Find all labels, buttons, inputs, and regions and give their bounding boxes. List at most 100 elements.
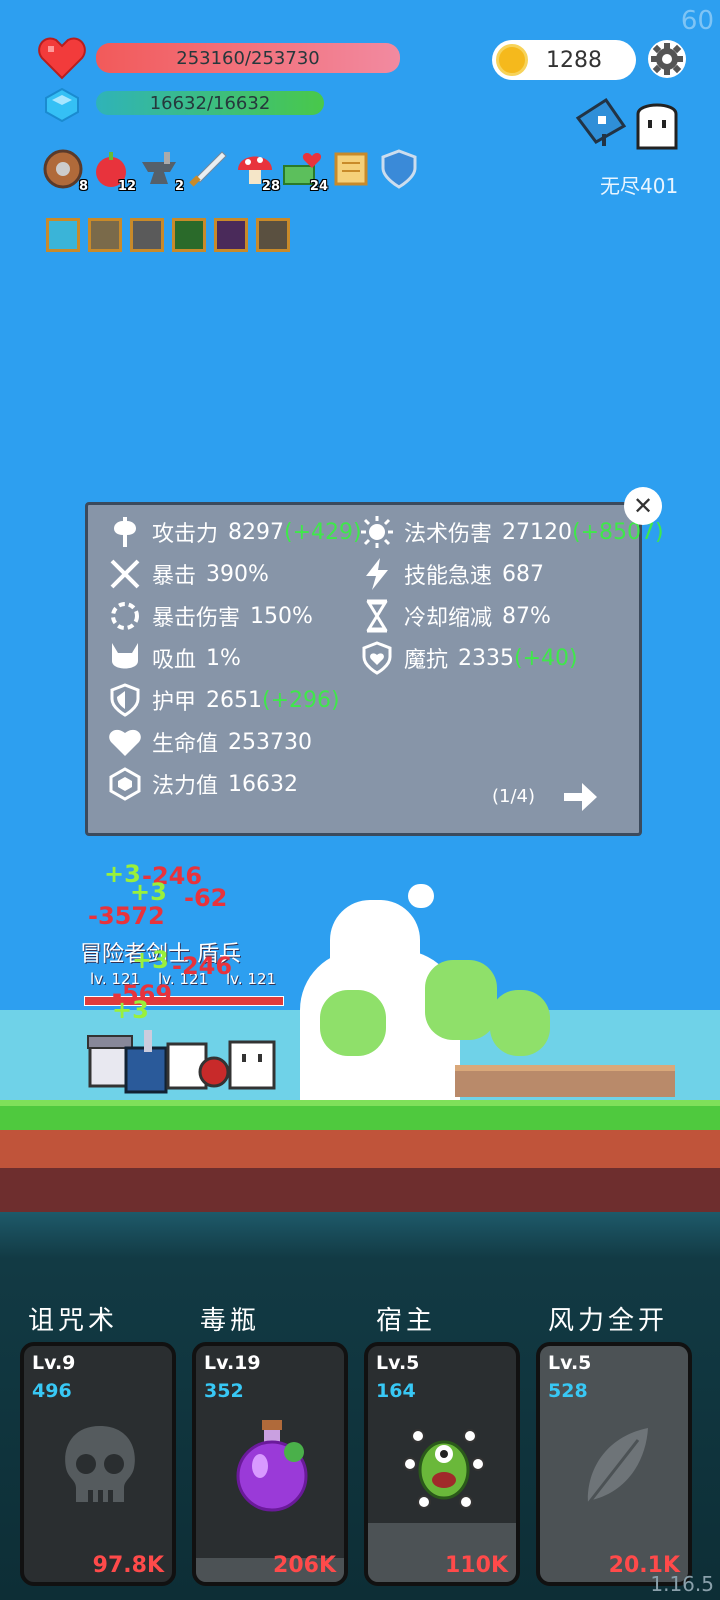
anvil-icon: [142, 152, 176, 184]
skill-card-full-wind[interactable]: Lv.5 528 20.1K: [536, 1342, 692, 1586]
damage-number: +3: [132, 946, 169, 974]
stat-value: 1%: [206, 645, 241, 671]
skill-card-host[interactable]: Lv.5 164 110K: [364, 1342, 520, 1586]
poison-bottle-icon: [236, 1420, 308, 1512]
stat-bonus: (+296): [262, 687, 340, 713]
mp-bar: 16632/16632: [96, 91, 324, 115]
skill-name: 宿主: [376, 1306, 437, 1336]
stat-value: 2335: [458, 645, 515, 671]
skill-level: Lv.9: [32, 1352, 76, 1374]
feather-icon: [586, 1428, 648, 1505]
stat-label: 魔抗: [404, 648, 449, 673]
wooden-shield-item[interactable]: 8: [42, 148, 88, 194]
skill-value: 528: [548, 1380, 588, 1402]
stat-crit: 暴击 390%: [108, 557, 269, 591]
ground-soil: [0, 1168, 720, 1212]
ground-dirt: [0, 1130, 720, 1168]
money-heart-item[interactable]: 24: [282, 148, 328, 194]
stat-magic-resist: 魔抗 2335 (+40): [360, 641, 578, 675]
coin-value: 1288: [546, 47, 602, 73]
skill-value: 352: [204, 1380, 244, 1402]
skill-name: 毒瓶: [200, 1306, 261, 1336]
stat-value: 687: [502, 561, 545, 587]
tree: [320, 990, 386, 1056]
stat-value: 27120: [502, 519, 573, 545]
armor-buff-icon[interactable]: [130, 218, 164, 252]
coin-counter[interactable]: 1288: [492, 40, 636, 80]
apple-item[interactable]: 12: [90, 148, 136, 194]
flag-icon[interactable]: [572, 96, 628, 148]
magic-resist-icon: [362, 641, 392, 675]
stat-value: 8297: [228, 519, 285, 545]
gear-icon[interactable]: [646, 38, 688, 80]
mushroom-item[interactable]: 28: [234, 148, 280, 194]
lightning-icon: [366, 558, 388, 590]
stat-label: 暴击伤害: [152, 606, 241, 631]
stat-value: 87%: [502, 603, 551, 629]
scroll-item[interactable]: [330, 148, 372, 192]
skill-card-curse[interactable]: Lv.9 496 97.8K: [20, 1342, 176, 1586]
shield-item[interactable]: [378, 148, 420, 192]
stat-label: 冷却缩减: [404, 606, 493, 631]
shield-icon: [381, 149, 417, 189]
mana-gem-icon: [109, 767, 141, 801]
page-indicator: (1/4): [492, 786, 536, 807]
armor-buff-icon[interactable]: [88, 218, 122, 252]
skill-value: 496: [32, 1380, 72, 1402]
endless-mode-label: 无尽401: [600, 174, 679, 198]
skill-cost: 97.8K: [92, 1553, 164, 1578]
fps-counter: 60: [680, 6, 714, 36]
damage-number: -3572: [88, 902, 165, 930]
coin-icon: [496, 44, 528, 76]
scroll-icon: [334, 152, 368, 186]
armor-buff-icon[interactable]: [256, 218, 290, 252]
inventory-bar: 8 12 2 28 24: [42, 148, 420, 194]
stat-armor: 护甲 2651 (+296): [108, 683, 340, 717]
light-buff-icon[interactable]: [46, 218, 80, 252]
stat-label: 吸血: [152, 648, 197, 673]
stat-spell-damage: 法术伤害 27120 (+8507): [360, 515, 664, 549]
skull-icon: [65, 1426, 135, 1502]
sword-item[interactable]: [186, 148, 228, 192]
item-count: 12: [117, 179, 136, 194]
stat-value: 150%: [250, 603, 313, 629]
hero-level: lv. 121: [226, 970, 277, 988]
ghost-icon[interactable]: [632, 98, 682, 150]
close-button[interactable]: ✕: [624, 487, 662, 525]
stat-label: 法术伤害: [404, 522, 493, 547]
item-count: 28: [261, 179, 280, 194]
curse-buff-icon[interactable]: [214, 218, 248, 252]
tree: [425, 960, 497, 1040]
stat-value: 2651: [206, 687, 263, 713]
item-count: 8: [78, 179, 88, 194]
stat-label: 法力值: [152, 774, 219, 799]
sword-icon: [189, 151, 227, 187]
stat-label: 攻击力: [152, 522, 219, 547]
stat-cooldown-reduction: 冷却缩减 87%: [360, 599, 551, 633]
cloud: [408, 884, 434, 908]
hp-bar: 253160/253730: [96, 43, 400, 73]
hero-party-sprites[interactable]: [86, 1028, 286, 1098]
stat-mana: 法力值 16632: [108, 767, 298, 801]
heart-icon: [38, 37, 86, 80]
wooden-shield-icon: [43, 149, 83, 189]
buff-bar: [46, 218, 290, 252]
stat-label: 暴击: [152, 564, 197, 589]
anvil-item[interactable]: 2: [138, 148, 184, 194]
stat-label: 护甲: [152, 690, 197, 715]
skill-card-poison-bottle[interactable]: Lv.19 352 206K: [192, 1342, 348, 1586]
arrow-right-icon[interactable]: [562, 780, 598, 814]
skill-level: Lv.19: [204, 1352, 261, 1374]
skill-cost: 206K: [273, 1553, 336, 1578]
poison-buff-icon[interactable]: [172, 218, 206, 252]
skill-value: 164: [376, 1380, 416, 1402]
fence: [455, 1065, 675, 1097]
sun-icon: [361, 516, 393, 548]
stat-lifesteal: 吸血 1%: [108, 641, 241, 675]
tree: [490, 990, 550, 1056]
skill-level: Lv.5: [548, 1352, 592, 1374]
stat-ability-haste: 技能急速 687: [360, 557, 544, 591]
ground-grass: [0, 1100, 720, 1130]
crit-damage-icon: [111, 602, 139, 630]
stats-panel: 攻击力 8297 (+429) 暴击 390% 暴击伤害 150% 吸血 1% …: [85, 502, 664, 836]
